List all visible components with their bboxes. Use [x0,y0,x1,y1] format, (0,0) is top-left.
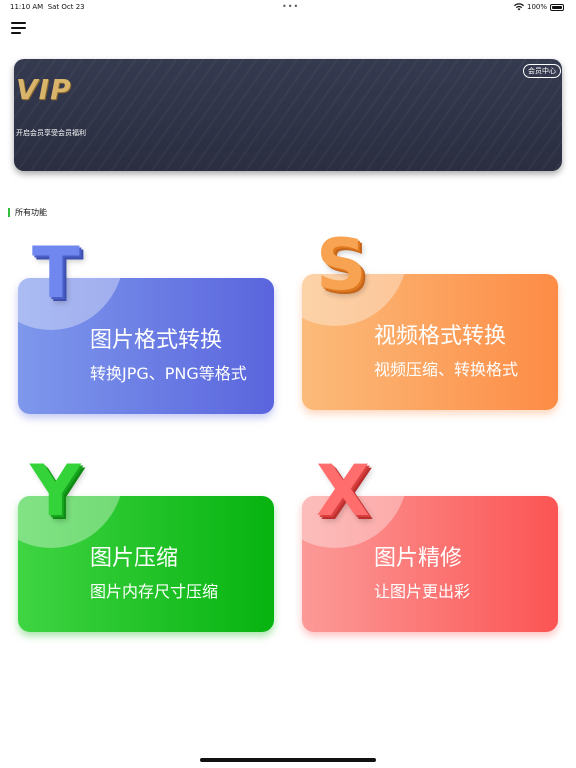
section-title: 所有功能 [8,207,47,217]
status-time: 11:10 AM Sat Oct 23 [10,3,85,11]
vip-logo: VIP [16,73,72,106]
vip-subtitle: 开启会员享受会员福利 [16,129,86,137]
card-title: 图片压缩 [90,546,179,571]
vip-banner[interactable]: VIP 开启会员享受会员福利 会员中心 [14,59,562,171]
wifi-icon [513,3,524,11]
menu-line-1 [11,22,26,24]
hamburger-menu-icon[interactable] [11,21,27,35]
card-subtitle: 图片内存尺寸压缩 [90,582,219,601]
letter-s-icon: S [316,224,367,306]
battery-icon [550,3,564,11]
card-subtitle: 转换JPG、PNG等格式 [90,364,247,383]
card-title: 图片格式转换 [90,328,223,353]
letter-x-icon: X [316,450,370,532]
letter-t-icon: T [32,232,80,314]
battery-percent: 100% [526,3,547,11]
time-text: 11:10 AM [10,3,44,11]
letter-y-icon: Y [30,450,81,532]
member-center-button[interactable]: 会员中心 [523,64,561,78]
section-title-text: 所有功能 [15,207,47,217]
home-indicator[interactable] [200,758,376,762]
card-subtitle: 视频压缩、转换格式 [374,360,519,379]
status-bar: 11:10 AM Sat Oct 23 ••• 100% [0,0,576,14]
card-title: 视频格式转换 [374,324,507,349]
menu-line-2 [11,27,26,29]
date-text: Sat Oct 23 [47,3,85,11]
status-right: 100% [513,3,564,11]
section-accent-bar [8,207,10,217]
multitask-dots-icon[interactable]: ••• [282,2,299,11]
card-subtitle: 让图片更出彩 [374,582,471,601]
card-title: 图片精修 [374,546,463,571]
menu-line-3 [11,32,21,34]
